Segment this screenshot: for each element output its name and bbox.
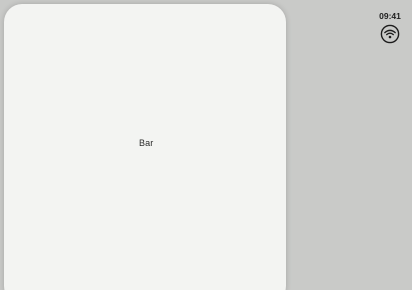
app-card[interactable]: Bar (4, 4, 286, 290)
card-label: Bar (139, 138, 154, 148)
status-bar: 09:41 (376, 11, 404, 44)
wifi-icon (380, 24, 400, 44)
status-time: 09:41 (379, 11, 401, 21)
